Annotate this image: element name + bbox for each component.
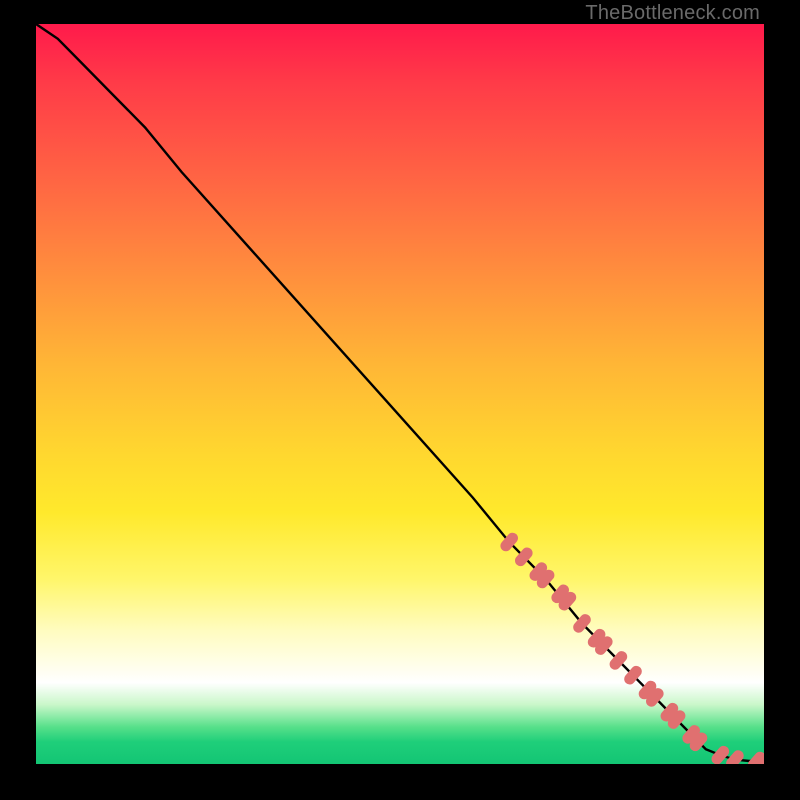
- chart-marker: [557, 590, 564, 598]
- chart-curve: [36, 24, 764, 761]
- chart-marker: [579, 620, 586, 628]
- chart-frame: [36, 24, 764, 764]
- chart-marker: [666, 708, 673, 716]
- chart-marker: [521, 553, 528, 561]
- chart-marker: [564, 597, 571, 605]
- chart-marker: [535, 568, 542, 576]
- watermark-label: TheBottleneck.com: [585, 2, 760, 25]
- chart-marker: [593, 634, 600, 642]
- chart-marker: [673, 716, 680, 724]
- chart-marker: [644, 686, 651, 694]
- chart-marker: [717, 751, 724, 759]
- chart-markers: [506, 538, 764, 764]
- chart-marker: [688, 731, 695, 739]
- chart-marker: [615, 657, 622, 665]
- chart-marker: [601, 642, 608, 650]
- chart-marker: [732, 756, 739, 764]
- chart-marker: [695, 738, 702, 746]
- chart-marker: [542, 575, 549, 583]
- chart-marker: [761, 757, 764, 764]
- chart-marker: [630, 671, 637, 679]
- chart-marker: [652, 694, 659, 702]
- chart-svg: [36, 24, 764, 764]
- chart-marker: [506, 538, 513, 546]
